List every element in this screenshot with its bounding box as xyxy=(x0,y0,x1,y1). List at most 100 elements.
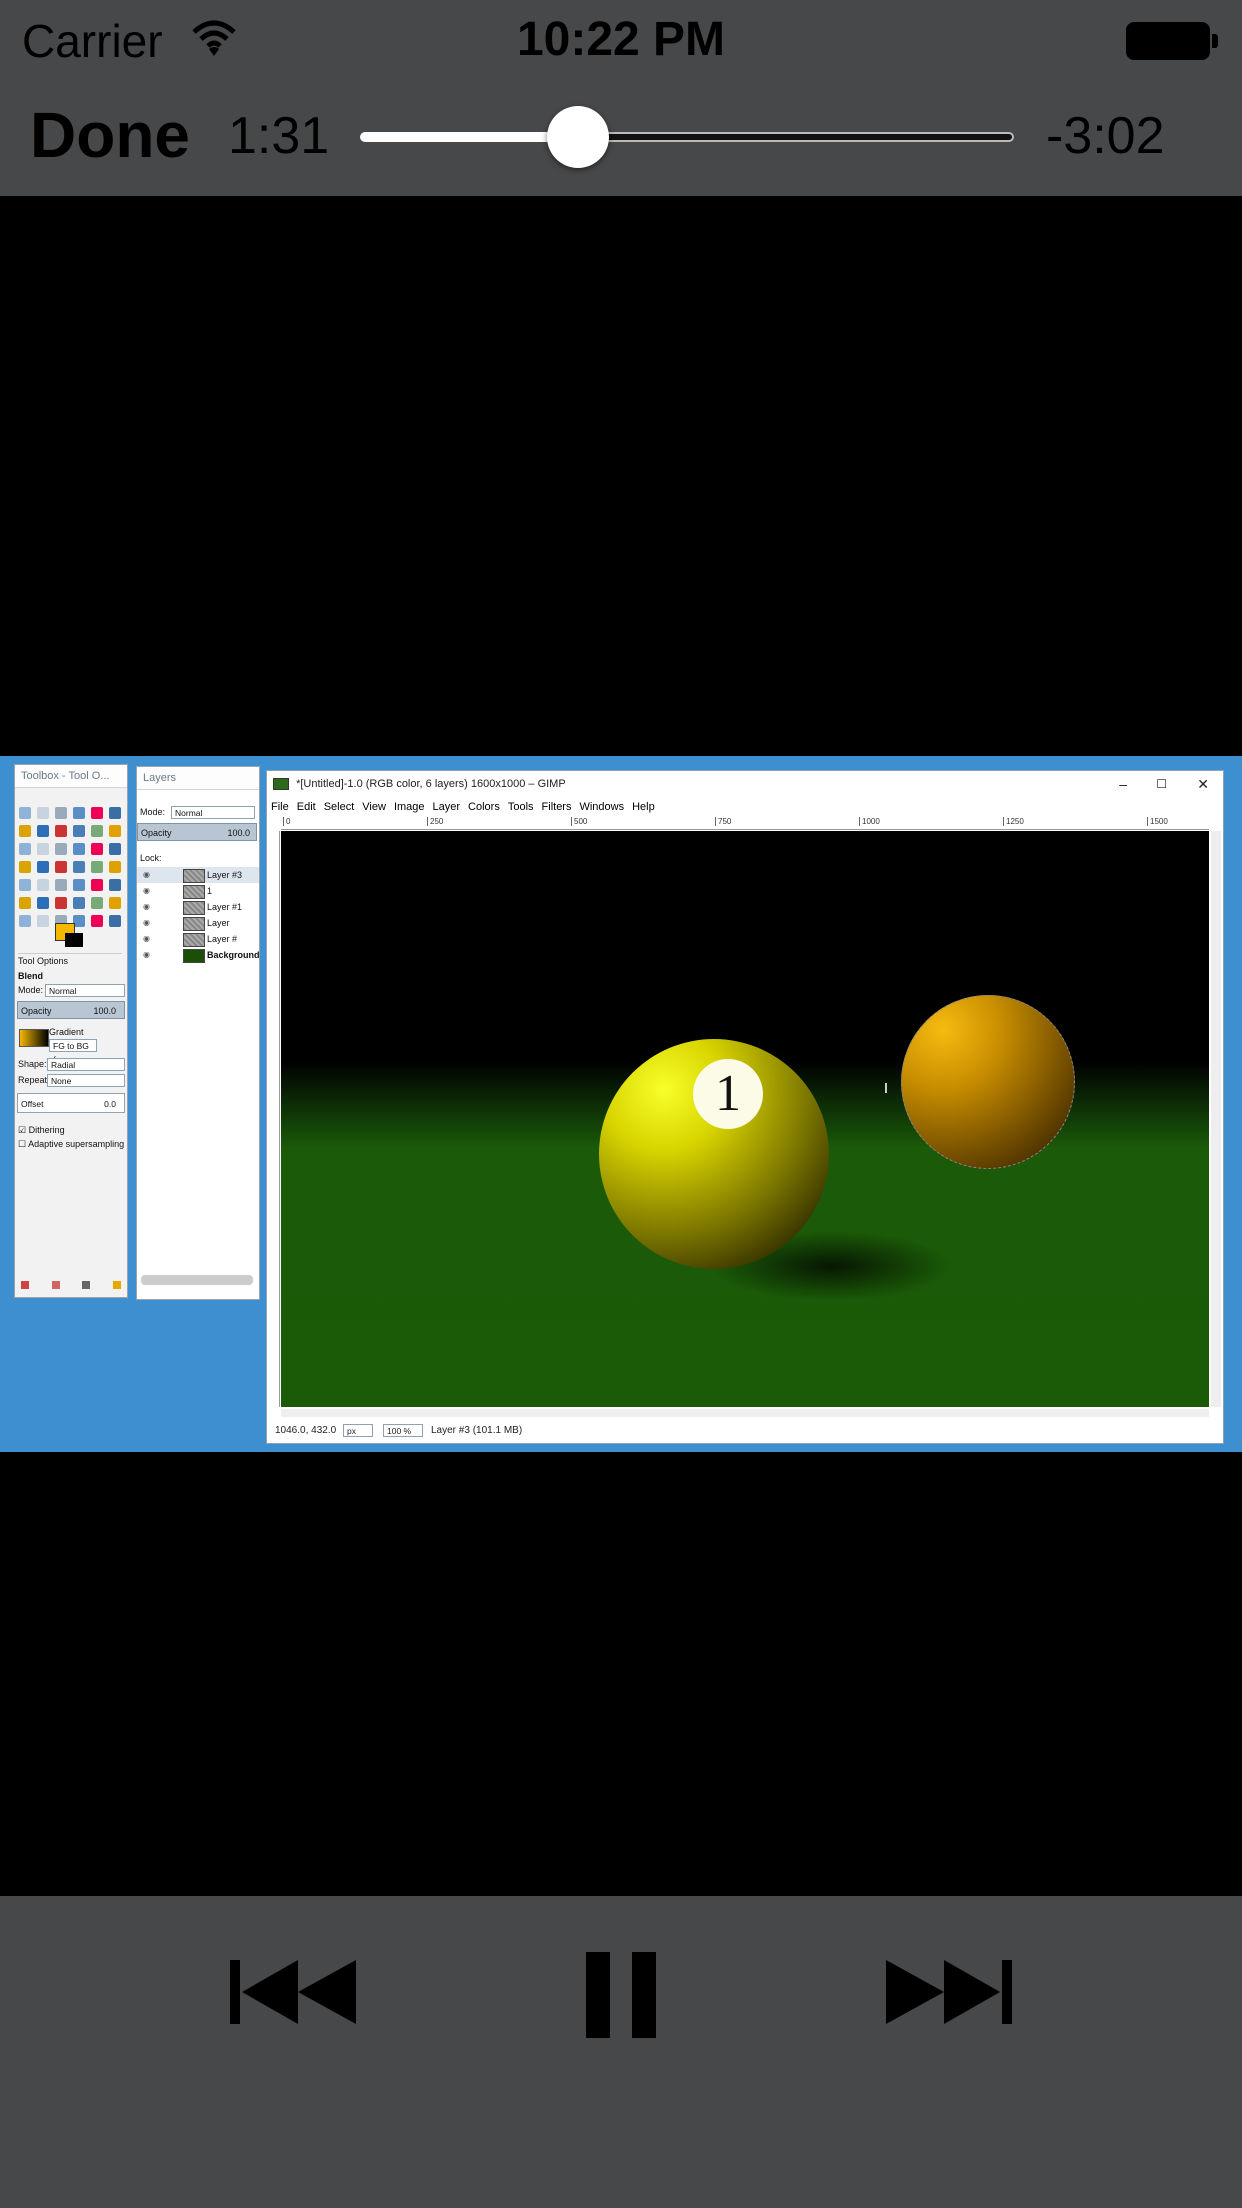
video-frame[interactable]: Toolbox - Tool O... Tool Options Blend M… xyxy=(0,756,1242,1452)
zoom-select[interactable]: 100 % xyxy=(383,1424,423,1437)
layer-row[interactable]: ◉ Layer # xyxy=(137,931,259,947)
layers-mode-select[interactable]: Normal xyxy=(171,806,255,819)
menu-colors[interactable]: Colors xyxy=(468,801,500,813)
tool-icon[interactable] xyxy=(37,915,49,927)
tool-icon[interactable] xyxy=(109,825,121,837)
tool-icon[interactable] xyxy=(91,807,103,819)
tool-icon[interactable] xyxy=(55,879,67,891)
layer-row[interactable]: ◉ Layer #1 xyxy=(137,899,259,915)
tool-icon[interactable] xyxy=(19,915,31,927)
scrubber-track[interactable] xyxy=(360,106,1014,168)
tool-icon[interactable] xyxy=(37,843,49,855)
tool-icon[interactable] xyxy=(109,879,121,891)
tool-icon[interactable] xyxy=(73,861,85,873)
offset-field[interactable]: Offset 0.0 xyxy=(17,1093,125,1113)
menu-select[interactable]: Select xyxy=(324,801,355,813)
mode-select[interactable]: Normal xyxy=(45,984,125,997)
visibility-eye-icon[interactable]: ◉ xyxy=(143,915,150,931)
tool-icon[interactable] xyxy=(73,879,85,891)
previous-track-button[interactable] xyxy=(230,1960,356,2027)
menu-layer[interactable]: Layer xyxy=(433,801,461,813)
tool-icon[interactable] xyxy=(19,825,31,837)
menu-view[interactable]: View xyxy=(362,801,386,813)
menu-image[interactable]: Image xyxy=(394,801,425,813)
menu-filters[interactable]: Filters xyxy=(542,801,572,813)
layers-opacity-slider[interactable]: Opacity 100.0 xyxy=(137,823,257,841)
repeat-select[interactable]: None xyxy=(47,1074,125,1087)
tool-icon[interactable] xyxy=(19,861,31,873)
dithering-checkbox[interactable]: ☑ Dithering xyxy=(18,1123,65,1137)
layers-scrollbar[interactable] xyxy=(141,1275,253,1285)
tool-icon[interactable] xyxy=(109,915,121,927)
maximize-icon[interactable]: ☐ xyxy=(1156,771,1167,797)
tool-icon[interactable] xyxy=(55,897,67,909)
menu-windows[interactable]: Windows xyxy=(579,801,624,813)
layer-row[interactable]: ◉ Layer #3 xyxy=(137,867,259,883)
tool-icon[interactable] xyxy=(55,843,67,855)
tool-icon[interactable] xyxy=(19,879,31,891)
tool-icon[interactable] xyxy=(55,861,67,873)
tool-icon[interactable] xyxy=(37,879,49,891)
menu-file[interactable]: File xyxy=(271,801,289,813)
gradient-preview[interactable] xyxy=(19,1029,49,1047)
scrubber-thumb[interactable] xyxy=(547,106,609,168)
tool-icon[interactable] xyxy=(19,807,31,819)
tool-options-tab[interactable]: Tool Options xyxy=(18,953,122,968)
horizontal-scrollbar[interactable] xyxy=(281,1409,1209,1417)
tool-icon[interactable] xyxy=(37,897,49,909)
opacity-slider[interactable]: Opacity 100.0 xyxy=(17,1001,125,1019)
ruler-label: 1250 xyxy=(1003,817,1024,826)
tool-icon[interactable] xyxy=(37,861,49,873)
scrubber-played xyxy=(360,132,578,142)
vertical-scrollbar[interactable] xyxy=(1211,831,1221,1407)
tool-icon[interactable] xyxy=(19,897,31,909)
pause-button[interactable] xyxy=(586,1952,658,2041)
toolbox-panel: Toolbox - Tool O... Tool Options Blend M… xyxy=(14,764,128,1298)
tool-icon[interactable] xyxy=(37,807,49,819)
menu-help[interactable]: Help xyxy=(632,801,655,813)
visibility-eye-icon[interactable]: ◉ xyxy=(143,899,150,915)
shape-select[interactable]: Radial xyxy=(47,1058,125,1071)
tool-icon[interactable] xyxy=(91,843,103,855)
visibility-eye-icon[interactable]: ◉ xyxy=(143,947,150,963)
done-button[interactable]: Done xyxy=(30,98,190,172)
toolbox-footer-icons xyxy=(21,1281,121,1291)
tool-icon[interactable] xyxy=(73,897,85,909)
tool-icon[interactable] xyxy=(91,861,103,873)
tool-icon[interactable] xyxy=(73,843,85,855)
tool-icon[interactable] xyxy=(73,807,85,819)
background-color-swatch[interactable] xyxy=(65,933,83,947)
layer-row[interactable]: ◉ Layer xyxy=(137,915,259,931)
tool-icon[interactable] xyxy=(55,825,67,837)
tool-icon[interactable] xyxy=(109,843,121,855)
tool-icon[interactable] xyxy=(109,807,121,819)
visibility-eye-icon[interactable]: ◉ xyxy=(143,867,150,883)
menu-edit[interactable]: Edit xyxy=(297,801,316,813)
close-icon[interactable]: ✕ xyxy=(1197,771,1209,797)
tool-icon[interactable] xyxy=(91,879,103,891)
tool-grid[interactable] xyxy=(17,805,125,927)
tool-icon[interactable] xyxy=(91,915,103,927)
menu-tools[interactable]: Tools xyxy=(508,801,534,813)
orange-ball-selection[interactable] xyxy=(901,995,1075,1169)
visibility-eye-icon[interactable]: ◉ xyxy=(143,931,150,947)
visibility-eye-icon[interactable]: ◉ xyxy=(143,883,150,899)
tool-icon[interactable] xyxy=(109,897,121,909)
tool-icon[interactable] xyxy=(19,843,31,855)
layer-thumbnail xyxy=(183,901,205,915)
minimize-icon[interactable]: – xyxy=(1119,771,1127,797)
tool-icon[interactable] xyxy=(91,897,103,909)
next-track-button[interactable] xyxy=(886,1960,1012,2027)
gradient-select[interactable]: FG to BG ( xyxy=(49,1039,97,1064)
layer-row[interactable]: ◉ Background xyxy=(137,947,260,963)
unit-select[interactable]: px xyxy=(343,1424,373,1437)
tool-icon[interactable] xyxy=(37,825,49,837)
layer-row[interactable]: ◉ 1 xyxy=(137,883,259,899)
tool-icon[interactable] xyxy=(109,861,121,873)
tool-icon[interactable] xyxy=(91,825,103,837)
tool-icon[interactable] xyxy=(55,807,67,819)
tool-icon[interactable] xyxy=(73,825,85,837)
battery-tip xyxy=(1212,34,1218,48)
image-canvas[interactable]: 1 xyxy=(281,831,1209,1407)
adaptive-checkbox[interactable]: ☐ Adaptive supersampling xyxy=(18,1137,124,1151)
